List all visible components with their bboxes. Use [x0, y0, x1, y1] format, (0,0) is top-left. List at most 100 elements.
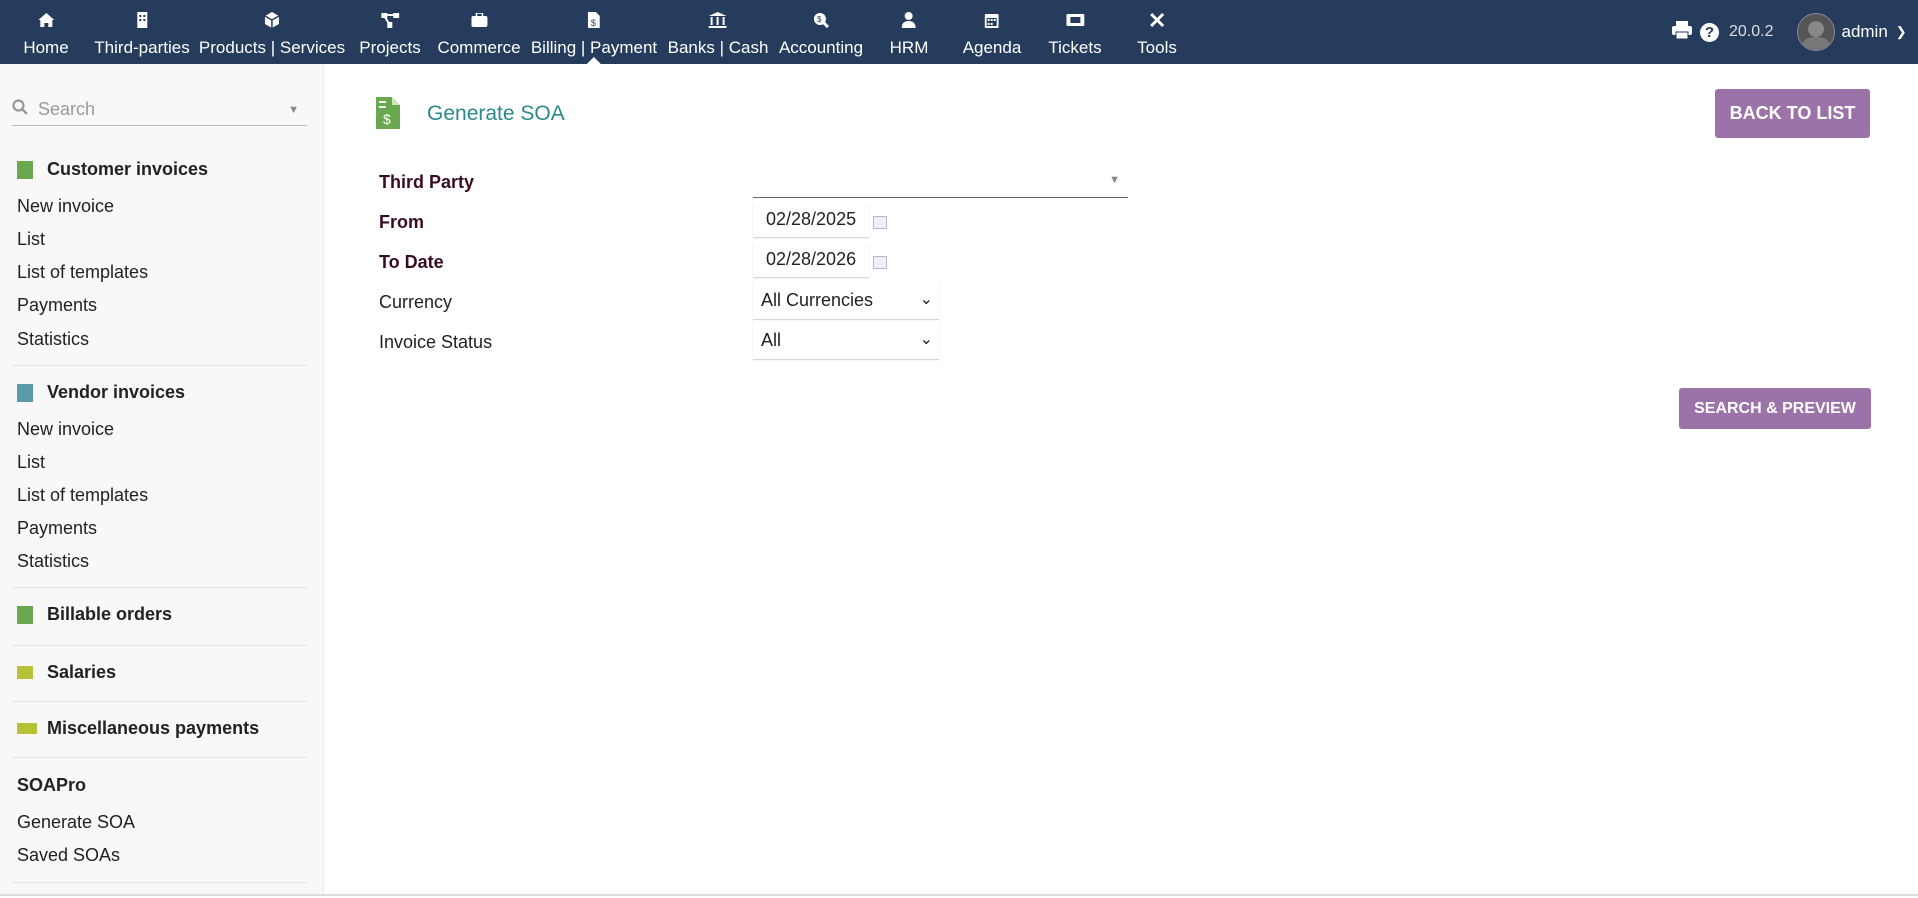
from-label: From: [379, 212, 424, 232]
calendar-icon: [985, 10, 999, 30]
dropdown-caret-icon: ▼: [1109, 174, 1120, 186]
section-title: Billable orders: [47, 604, 173, 624]
nav-tickets[interactable]: Tickets: [1048, 0, 1102, 64]
sidebar-section-customer-invoices[interactable]: Customer invoices: [17, 159, 208, 180]
sidebar-item[interactable]: New invoice: [17, 419, 114, 440]
sidebar-item[interactable]: Payments: [17, 295, 97, 316]
nav-label: HRM: [889, 38, 929, 57]
divider: [12, 587, 307, 588]
sidebar-item[interactable]: List: [17, 229, 45, 250]
search-input[interactable]: Search: [38, 99, 288, 120]
print-icon[interactable]: [1672, 20, 1692, 44]
sidebar-search[interactable]: Search ▼: [12, 94, 307, 126]
nav-billing-payment[interactable]: $ Billing | Payment: [531, 0, 657, 64]
divider: [12, 645, 307, 646]
username: admin: [1841, 22, 1888, 41]
wallet-icon: [17, 666, 33, 679]
invoice-status-label: Invoice Status: [379, 332, 493, 352]
nav-banks-cash[interactable]: Banks | Cash: [667, 0, 769, 64]
money-bill-icon: [17, 723, 37, 734]
nav-home[interactable]: Home: [23, 0, 69, 64]
help-icon[interactable]: ?: [1700, 22, 1719, 42]
nav-label: Tickets: [1048, 38, 1102, 57]
sidebar-section-soapro[interactable]: SOAPro: [17, 775, 86, 796]
building-icon: [136, 10, 148, 30]
sidebar-item[interactable]: Statistics: [17, 329, 89, 350]
nav-products-services[interactable]: Products | Services: [199, 0, 345, 64]
currency-select[interactable]: All Currencies ⌄: [753, 281, 939, 319]
order-icon: [17, 605, 33, 624]
chevron-down-icon: ⌄: [919, 331, 933, 348]
user-menu[interactable]: admin ❯: [1797, 13, 1907, 51]
calendar-icon[interactable]: [873, 216, 887, 229]
to-date-input[interactable]: 02/28/2026: [753, 243, 869, 277]
nav-label: Projects: [359, 38, 421, 57]
svg-text:$: $: [383, 111, 391, 127]
cube-icon: [264, 10, 280, 30]
sidebar-item[interactable]: Statistics: [17, 551, 89, 572]
chevron-down-icon: ⌄: [919, 291, 933, 308]
from-date-input[interactable]: 02/28/2025: [753, 203, 869, 237]
ticket-icon: [1066, 10, 1084, 30]
divider: [12, 882, 307, 883]
section-title: Customer invoices: [47, 159, 209, 179]
tools-icon: [1149, 10, 1165, 30]
nav-agenda[interactable]: Agenda: [962, 0, 1022, 64]
nav-third-parties[interactable]: Third-parties: [94, 0, 190, 64]
sidebar-section-billable-orders[interactable]: Billable orders: [17, 604, 172, 625]
section-title: Vendor invoices: [47, 382, 186, 402]
top-right-tools: ? 20.0.2 admin ❯: [1672, 0, 1907, 64]
currency-label: Currency: [379, 292, 453, 312]
project-icon: [380, 10, 399, 30]
sidebar-section-vendor-invoices[interactable]: Vendor invoices: [17, 382, 185, 403]
nav-label: Products | Services: [198, 38, 346, 57]
invoice-status-select[interactable]: All ⌄: [753, 321, 939, 359]
search-preview-button[interactable]: SEARCH & PREVIEW: [1679, 388, 1871, 429]
home-icon: [37, 10, 55, 30]
sidebar-item[interactable]: List of templates: [17, 485, 148, 506]
divider: [12, 701, 307, 702]
sidebar-item[interactable]: New invoice: [17, 196, 114, 217]
page-title: Generate SOA: [427, 102, 565, 125]
divider: [12, 757, 307, 758]
third-party-label: Third Party: [379, 172, 475, 192]
nav-label: Agenda: [962, 38, 1022, 57]
nav-projects[interactable]: Projects: [359, 0, 421, 64]
calendar-icon[interactable]: [873, 256, 887, 269]
user-tie-icon: [902, 10, 916, 30]
nav-tools[interactable]: Tools: [1137, 0, 1177, 64]
nav-label: Home: [23, 38, 69, 57]
sidebar-item[interactable]: List: [17, 452, 45, 473]
top-navbar: Home Third-parties Products | Services P…: [0, 0, 1918, 64]
invoice-dollar-icon: [17, 160, 33, 179]
sidebar-item[interactable]: Payments: [17, 518, 97, 539]
nav-label: Tools: [1137, 38, 1177, 57]
nav-label: Billing | Payment: [530, 38, 658, 57]
sidebar-section-misc-payments[interactable]: Miscellaneous payments: [17, 718, 259, 739]
search-icon: [12, 99, 28, 120]
search-dollar-icon: $: [813, 10, 829, 30]
nav-accounting[interactable]: $ Accounting: [779, 0, 863, 64]
dropdown-caret-icon: ▼: [288, 103, 299, 116]
sidebar-item-generate-soa[interactable]: Generate SOA: [17, 812, 135, 833]
sidebar-item-saved-soas[interactable]: Saved SOAs: [17, 845, 120, 866]
third-party-select[interactable]: ▼: [753, 166, 1128, 198]
currency-value: All Currencies: [761, 290, 874, 310]
suitcase-icon: [471, 10, 487, 30]
invoice-dollar-icon: [17, 383, 33, 402]
sidebar-item[interactable]: List of templates: [17, 262, 148, 283]
bank-icon: [708, 10, 727, 30]
nav-commerce[interactable]: Commerce: [437, 0, 521, 64]
invoice-status-value: All: [761, 330, 782, 350]
sidebar: [0, 64, 324, 894]
nav-hrm[interactable]: HRM: [889, 0, 929, 64]
nav-label: Banks | Cash: [667, 38, 769, 57]
nav-label: Third-parties: [94, 38, 190, 57]
sidebar-section-salaries[interactable]: Salaries: [17, 662, 116, 683]
to-date-label: To Date: [379, 252, 444, 272]
nav-label: Commerce: [437, 38, 521, 57]
back-to-list-button[interactable]: BACK TO LIST: [1715, 89, 1870, 138]
divider: [0, 894, 1918, 896]
section-title: Salaries: [47, 662, 117, 682]
section-title: SOAPro: [17, 775, 87, 795]
